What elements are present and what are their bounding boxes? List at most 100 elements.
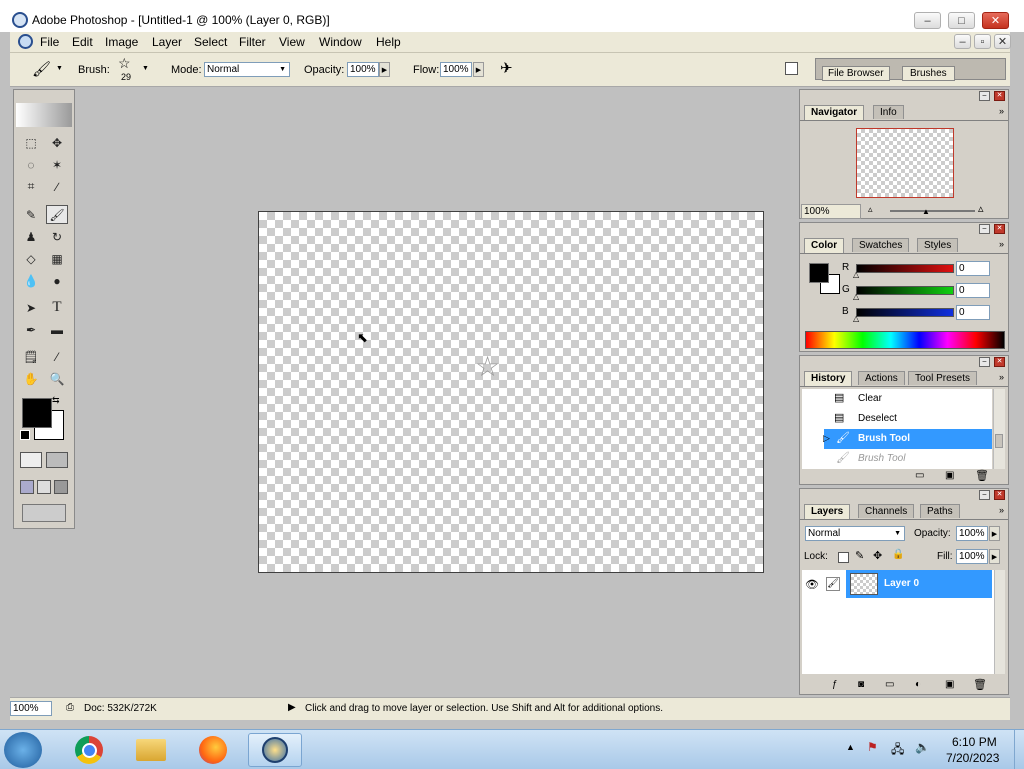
history-item-selected[interactable]: 🖌 Brush Tool [824,429,992,449]
type-tool-icon[interactable]: T [46,298,68,317]
lock-transparency-icon[interactable] [838,552,849,563]
quick-mask-mode-button[interactable] [46,452,68,468]
brush-dropdown-arrow[interactable]: ▼ [142,65,149,72]
move-tool-icon[interactable]: ✥ [46,133,68,152]
preset-dropdown-arrow[interactable]: ▼ [56,65,63,72]
lock-all-icon[interactable]: 🔒 [892,549,904,560]
history-item[interactable]: ▤ Deselect [802,409,992,429]
color-spectrum-bar[interactable] [805,331,1005,349]
new-snapshot-icon[interactable]: ▣ [945,470,954,481]
channel-r-handle[interactable]: △ [853,270,859,279]
channel-g-input[interactable]: 0 [956,283,990,298]
channel-r-input[interactable]: 0 [956,261,990,276]
tab-styles[interactable]: Styles [917,238,959,252]
default-colors-icon[interactable] [20,430,30,440]
tab-swatches[interactable]: Swatches [852,238,910,252]
path-selection-tool-icon[interactable]: ➤ [20,298,42,317]
chrome-taskbar-icon[interactable] [62,733,116,767]
panel-menu-arrow-icon[interactable]: » [999,505,1004,515]
panel-minimize-button[interactable]: – [979,357,990,367]
panel-minimize-button[interactable]: – [979,224,990,234]
document-icon[interactable] [18,34,33,49]
adobe-online-eye-icon[interactable] [16,103,72,127]
doc-restore-button[interactable]: ▫ [974,34,991,49]
tab-actions[interactable]: Actions [858,371,905,385]
layer-row[interactable]: Layer 0 [846,570,992,598]
show-hidden-icons-chevron-icon[interactable]: ▲ [846,742,855,752]
tab-channels[interactable]: Channels [858,504,915,518]
layer-style-icon[interactable]: ƒ [832,679,838,690]
lasso-tool-icon[interactable]: ◌ [20,155,42,174]
trash-icon[interactable]: 🗑 [973,678,987,691]
standard-mode-button[interactable] [20,452,42,468]
panel-menu-arrow-icon[interactable]: » [999,239,1004,249]
menu-select[interactable]: Select [194,35,227,49]
new-layer-icon[interactable]: ▣ [945,679,954,690]
lock-pixels-icon[interactable]: ✎ [855,549,864,562]
zoom-slider-track[interactable] [890,210,975,212]
history-item[interactable]: 🖌 Brush Tool [802,449,992,469]
eraser-tool-icon[interactable]: ◇ [20,249,42,268]
menu-help[interactable]: Help [376,35,401,49]
close-button[interactable]: ✕ [982,12,1009,29]
channel-g-slider[interactable] [856,286,954,295]
layer-brush-link-icon[interactable]: 🖌 [826,577,840,591]
trash-icon[interactable]: 🗑 [975,469,989,482]
channel-r-slider[interactable] [856,264,954,273]
brush-star-icon[interactable]: ☆ [118,55,131,72]
screen-mode-menu-button[interactable] [37,480,51,494]
document-info-icon[interactable]: ⎙ [66,702,74,713]
maximize-button[interactable]: □ [948,12,975,29]
airbrush-icon[interactable]: ✈ [500,59,513,77]
tab-navigator[interactable]: Navigator [804,105,865,120]
tray-action-center-icon[interactable]: ⚑ [867,740,878,754]
start-button[interactable] [4,732,42,768]
menu-layer[interactable]: Layer [152,35,182,49]
notes-tool-icon[interactable]: 🗒 [20,347,42,366]
tab-tool-presets[interactable]: Tool Presets [908,371,978,385]
file-explorer-taskbar-icon[interactable] [124,733,178,767]
tray-network-icon[interactable]: 🖧 [891,740,904,761]
panel-minimize-button[interactable]: – [979,490,990,500]
healing-brush-tool-icon[interactable]: ✎ [20,205,42,224]
layer-opacity-arrow[interactable]: ▶ [989,526,1000,541]
zoom-out-icon[interactable]: ▵ [868,204,873,215]
show-desktop-button[interactable] [1014,730,1024,769]
tab-color[interactable]: Color [804,238,845,253]
panel-menu-arrow-icon[interactable]: » [999,372,1004,382]
flow-arrow-button[interactable]: ▶ [473,62,484,77]
channel-b-slider[interactable] [856,308,954,317]
history-item[interactable]: ▤ Clear [802,389,992,409]
palette-options-icon[interactable] [785,62,798,75]
clone-stamp-tool-icon[interactable]: ♟ [20,227,42,246]
screen-mode-full-button[interactable] [54,480,68,494]
panel-close-button[interactable]: ✕ [994,91,1005,101]
history-scrollbar[interactable] [993,389,1005,469]
menu-edit[interactable]: Edit [72,35,93,49]
layer-set-icon[interactable]: ▭ [885,679,894,690]
status-zoom-input[interactable]: 100% [10,701,52,716]
zoom-tool-icon[interactable]: 🔍 [46,369,68,388]
crop-tool-icon[interactable]: ⌗ [20,177,42,196]
tab-layers[interactable]: Layers [804,504,851,519]
menu-view[interactable]: View [279,35,305,49]
zoom-in-icon[interactable]: ▵ [978,202,984,215]
menu-window[interactable]: Window [319,35,362,49]
slice-tool-icon[interactable]: ∕ [46,177,68,196]
panel-menu-arrow-icon[interactable]: » [999,106,1004,116]
status-arrow-icon[interactable]: ▶ [288,702,296,713]
panel-close-button[interactable]: ✕ [994,224,1005,234]
layer-opacity-input[interactable]: 100% [956,526,988,541]
tab-paths[interactable]: Paths [920,504,960,518]
photoshop-taskbar-icon[interactable] [248,733,302,767]
channel-b-input[interactable]: 0 [956,305,990,320]
layer-visibility-eye-icon[interactable]: 👁 [805,578,819,591]
foreground-color-swatch[interactable] [22,398,52,428]
fill-arrow[interactable]: ▶ [989,549,1000,564]
navigator-zoom-input[interactable]: 100% [801,204,861,219]
magic-wand-tool-icon[interactable]: ✶ [46,155,68,174]
flow-input[interactable]: 100% [440,62,472,77]
panel-close-button[interactable]: ✕ [994,357,1005,367]
marquee-tool-icon[interactable]: ⬚ [20,133,42,152]
layers-scrollbar[interactable] [994,570,1005,674]
